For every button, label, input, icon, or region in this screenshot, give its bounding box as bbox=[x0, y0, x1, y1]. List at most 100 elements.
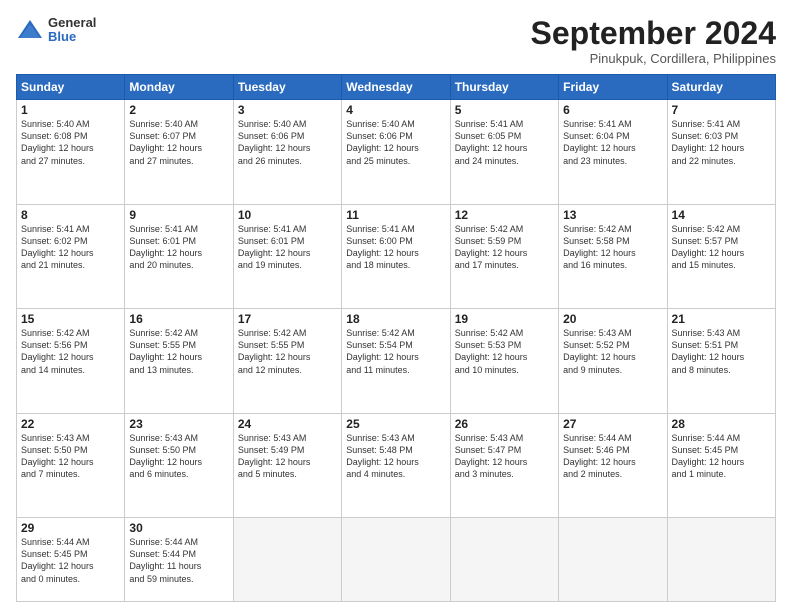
week-row-1: 1Sunrise: 5:40 AM Sunset: 6:08 PM Daylig… bbox=[17, 100, 776, 205]
day-cell: 6Sunrise: 5:41 AM Sunset: 6:04 PM Daylig… bbox=[559, 100, 667, 205]
location: Pinukpuk, Cordillera, Philippines bbox=[531, 51, 776, 66]
day-info: Sunrise: 5:43 AM Sunset: 5:47 PM Dayligh… bbox=[455, 432, 554, 481]
day-number: 16 bbox=[129, 312, 228, 326]
day-cell: 25Sunrise: 5:43 AM Sunset: 5:48 PM Dayli… bbox=[342, 413, 450, 518]
day-info: Sunrise: 5:41 AM Sunset: 6:01 PM Dayligh… bbox=[238, 223, 337, 272]
day-cell bbox=[342, 518, 450, 602]
day-info: Sunrise: 5:43 AM Sunset: 5:49 PM Dayligh… bbox=[238, 432, 337, 481]
day-number: 21 bbox=[672, 312, 771, 326]
day-info: Sunrise: 5:44 AM Sunset: 5:44 PM Dayligh… bbox=[129, 536, 228, 585]
day-info: Sunrise: 5:41 AM Sunset: 6:00 PM Dayligh… bbox=[346, 223, 445, 272]
day-cell: 19Sunrise: 5:42 AM Sunset: 5:53 PM Dayli… bbox=[450, 309, 558, 414]
day-number: 4 bbox=[346, 103, 445, 117]
day-cell: 18Sunrise: 5:42 AM Sunset: 5:54 PM Dayli… bbox=[342, 309, 450, 414]
day-cell bbox=[559, 518, 667, 602]
day-number: 20 bbox=[563, 312, 662, 326]
day-info: Sunrise: 5:44 AM Sunset: 5:45 PM Dayligh… bbox=[672, 432, 771, 481]
day-info: Sunrise: 5:44 AM Sunset: 5:45 PM Dayligh… bbox=[21, 536, 120, 585]
day-number: 28 bbox=[672, 417, 771, 431]
day-cell bbox=[667, 518, 775, 602]
day-number: 2 bbox=[129, 103, 228, 117]
day-number: 12 bbox=[455, 208, 554, 222]
week-row-3: 15Sunrise: 5:42 AM Sunset: 5:56 PM Dayli… bbox=[17, 309, 776, 414]
day-number: 24 bbox=[238, 417, 337, 431]
day-info: Sunrise: 5:43 AM Sunset: 5:50 PM Dayligh… bbox=[21, 432, 120, 481]
day-info: Sunrise: 5:43 AM Sunset: 5:48 PM Dayligh… bbox=[346, 432, 445, 481]
header-wednesday: Wednesday bbox=[342, 75, 450, 100]
day-info: Sunrise: 5:43 AM Sunset: 5:50 PM Dayligh… bbox=[129, 432, 228, 481]
day-number: 30 bbox=[129, 521, 228, 535]
day-number: 7 bbox=[672, 103, 771, 117]
day-info: Sunrise: 5:42 AM Sunset: 5:58 PM Dayligh… bbox=[563, 223, 662, 272]
day-number: 29 bbox=[21, 521, 120, 535]
day-number: 23 bbox=[129, 417, 228, 431]
day-info: Sunrise: 5:40 AM Sunset: 6:08 PM Dayligh… bbox=[21, 118, 120, 167]
day-cell bbox=[233, 518, 341, 602]
day-cell: 10Sunrise: 5:41 AM Sunset: 6:01 PM Dayli… bbox=[233, 204, 341, 309]
title-block: September 2024 Pinukpuk, Cordillera, Phi… bbox=[531, 16, 776, 66]
header-tuesday: Tuesday bbox=[233, 75, 341, 100]
day-info: Sunrise: 5:41 AM Sunset: 6:05 PM Dayligh… bbox=[455, 118, 554, 167]
header-thursday: Thursday bbox=[450, 75, 558, 100]
day-info: Sunrise: 5:41 AM Sunset: 6:02 PM Dayligh… bbox=[21, 223, 120, 272]
calendar-header-row: SundayMondayTuesdayWednesdayThursdayFrid… bbox=[17, 75, 776, 100]
logo: General Blue bbox=[16, 16, 96, 45]
day-cell bbox=[450, 518, 558, 602]
day-number: 10 bbox=[238, 208, 337, 222]
week-row-5: 29Sunrise: 5:44 AM Sunset: 5:45 PM Dayli… bbox=[17, 518, 776, 602]
day-cell: 15Sunrise: 5:42 AM Sunset: 5:56 PM Dayli… bbox=[17, 309, 125, 414]
day-info: Sunrise: 5:42 AM Sunset: 5:54 PM Dayligh… bbox=[346, 327, 445, 376]
header-monday: Monday bbox=[125, 75, 233, 100]
day-cell: 16Sunrise: 5:42 AM Sunset: 5:55 PM Dayli… bbox=[125, 309, 233, 414]
day-cell: 30Sunrise: 5:44 AM Sunset: 5:44 PM Dayli… bbox=[125, 518, 233, 602]
day-number: 9 bbox=[129, 208, 228, 222]
day-number: 18 bbox=[346, 312, 445, 326]
day-info: Sunrise: 5:41 AM Sunset: 6:03 PM Dayligh… bbox=[672, 118, 771, 167]
day-number: 19 bbox=[455, 312, 554, 326]
day-info: Sunrise: 5:41 AM Sunset: 6:04 PM Dayligh… bbox=[563, 118, 662, 167]
day-cell: 21Sunrise: 5:43 AM Sunset: 5:51 PM Dayli… bbox=[667, 309, 775, 414]
day-number: 3 bbox=[238, 103, 337, 117]
day-cell: 22Sunrise: 5:43 AM Sunset: 5:50 PM Dayli… bbox=[17, 413, 125, 518]
day-cell: 27Sunrise: 5:44 AM Sunset: 5:46 PM Dayli… bbox=[559, 413, 667, 518]
week-row-2: 8Sunrise: 5:41 AM Sunset: 6:02 PM Daylig… bbox=[17, 204, 776, 309]
day-number: 15 bbox=[21, 312, 120, 326]
logo-icon bbox=[16, 16, 44, 44]
day-info: Sunrise: 5:43 AM Sunset: 5:51 PM Dayligh… bbox=[672, 327, 771, 376]
logo-blue: Blue bbox=[48, 30, 96, 44]
day-info: Sunrise: 5:42 AM Sunset: 5:56 PM Dayligh… bbox=[21, 327, 120, 376]
page: General Blue September 2024 Pinukpuk, Co… bbox=[0, 0, 792, 612]
day-number: 17 bbox=[238, 312, 337, 326]
day-cell: 3Sunrise: 5:40 AM Sunset: 6:06 PM Daylig… bbox=[233, 100, 341, 205]
day-cell: 23Sunrise: 5:43 AM Sunset: 5:50 PM Dayli… bbox=[125, 413, 233, 518]
day-number: 14 bbox=[672, 208, 771, 222]
day-info: Sunrise: 5:40 AM Sunset: 6:07 PM Dayligh… bbox=[129, 118, 228, 167]
day-info: Sunrise: 5:40 AM Sunset: 6:06 PM Dayligh… bbox=[346, 118, 445, 167]
day-number: 6 bbox=[563, 103, 662, 117]
day-info: Sunrise: 5:42 AM Sunset: 5:57 PM Dayligh… bbox=[672, 223, 771, 272]
header-saturday: Saturday bbox=[667, 75, 775, 100]
day-cell: 1Sunrise: 5:40 AM Sunset: 6:08 PM Daylig… bbox=[17, 100, 125, 205]
day-number: 22 bbox=[21, 417, 120, 431]
day-cell: 17Sunrise: 5:42 AM Sunset: 5:55 PM Dayli… bbox=[233, 309, 341, 414]
day-cell: 13Sunrise: 5:42 AM Sunset: 5:58 PM Dayli… bbox=[559, 204, 667, 309]
day-info: Sunrise: 5:42 AM Sunset: 5:59 PM Dayligh… bbox=[455, 223, 554, 272]
day-number: 5 bbox=[455, 103, 554, 117]
month-title: September 2024 bbox=[531, 16, 776, 51]
day-cell: 14Sunrise: 5:42 AM Sunset: 5:57 PM Dayli… bbox=[667, 204, 775, 309]
day-info: Sunrise: 5:41 AM Sunset: 6:01 PM Dayligh… bbox=[129, 223, 228, 272]
header-sunday: Sunday bbox=[17, 75, 125, 100]
day-cell: 11Sunrise: 5:41 AM Sunset: 6:00 PM Dayli… bbox=[342, 204, 450, 309]
day-cell: 2Sunrise: 5:40 AM Sunset: 6:07 PM Daylig… bbox=[125, 100, 233, 205]
calendar-table: SundayMondayTuesdayWednesdayThursdayFrid… bbox=[16, 74, 776, 602]
day-info: Sunrise: 5:43 AM Sunset: 5:52 PM Dayligh… bbox=[563, 327, 662, 376]
day-number: 13 bbox=[563, 208, 662, 222]
logo-general: General bbox=[48, 16, 96, 30]
day-cell: 9Sunrise: 5:41 AM Sunset: 6:01 PM Daylig… bbox=[125, 204, 233, 309]
day-info: Sunrise: 5:42 AM Sunset: 5:55 PM Dayligh… bbox=[238, 327, 337, 376]
day-cell: 5Sunrise: 5:41 AM Sunset: 6:05 PM Daylig… bbox=[450, 100, 558, 205]
day-number: 8 bbox=[21, 208, 120, 222]
day-number: 27 bbox=[563, 417, 662, 431]
day-number: 26 bbox=[455, 417, 554, 431]
day-number: 11 bbox=[346, 208, 445, 222]
